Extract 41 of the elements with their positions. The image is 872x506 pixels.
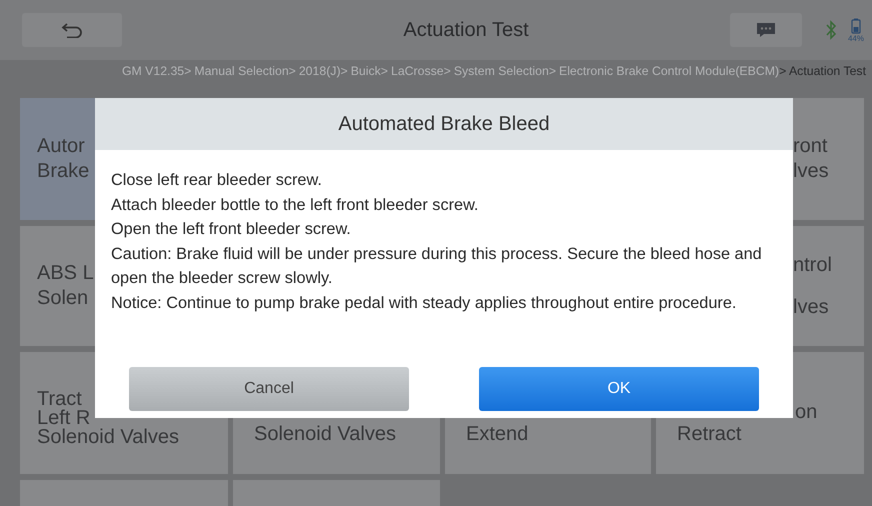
cancel-button[interactable]: Cancel — [129, 367, 409, 411]
breadcrumb-item[interactable]: System Selection> — [454, 64, 556, 78]
tile-label: ABS L — [37, 261, 94, 286]
back-button[interactable] — [22, 13, 122, 47]
tile-label: Retract — [677, 422, 742, 447]
breadcrumb-item[interactable]: Electronic Brake Control Module(EBCM) — [559, 64, 780, 78]
tile-label: Solenoid Valves — [37, 428, 179, 447]
tile-label: Extend — [466, 422, 528, 447]
tile-label: ntrol — [793, 252, 832, 278]
page-title: Actuation Test — [402, 18, 530, 42]
tile-label: Solen — [37, 286, 90, 311]
function-tile[interactable] — [233, 480, 440, 506]
dialog-message: Open the left front bleeder screw. — [111, 219, 352, 240]
breadcrumb-item[interactable]: 2018(J)> — [298, 64, 348, 78]
tile-label: Brake — [37, 159, 90, 184]
message-button[interactable] — [730, 13, 802, 47]
breadcrumb-item[interactable]: > Actuation Test — [779, 64, 866, 78]
ok-button[interactable]: OK — [479, 367, 759, 411]
tile-label: Tract — [37, 390, 83, 409]
tile-label: ront — [793, 134, 828, 159]
battery-icon — [850, 18, 861, 34]
bluetooth-icon — [824, 20, 838, 40]
function-tile[interactable] — [20, 480, 228, 506]
chat-icon — [756, 22, 776, 38]
dialog-message: Caution: Brake fluid will be under pressure during this process. Secure the bleed hose and open the bleeder screw slowly. — [111, 244, 763, 290]
breadcrumb-item[interactable]: LaCrosse> — [391, 64, 451, 78]
tile-label: Autor — [37, 134, 86, 159]
tile-label: lves — [793, 159, 829, 184]
breadcrumb-item[interactable]: GM V12.35> — [122, 64, 192, 78]
breadcrumb-item[interactable]: Buick> — [350, 64, 388, 78]
back-arrow-icon — [61, 22, 83, 38]
tile-label: Solenoid Valves — [254, 422, 396, 447]
dialog-message: Attach bleeder bottle to the left front bleeder screw. — [111, 194, 480, 216]
battery-percent: 44% — [848, 34, 864, 42]
tile-label: lves — [793, 294, 830, 320]
tile-label: on — [794, 403, 818, 422]
breadcrumb-item[interactable]: Manual Selection> — [194, 64, 296, 78]
tile-label: Left R — [37, 409, 90, 428]
dialog-message: Close left rear bleeder screw. — [111, 170, 323, 191]
dialog-message: Notice: Continue to pump brake pedal with steady applies throughout entire procedure. — [111, 292, 738, 314]
dialog-title: Automated Brake Bleed — [95, 98, 793, 150]
